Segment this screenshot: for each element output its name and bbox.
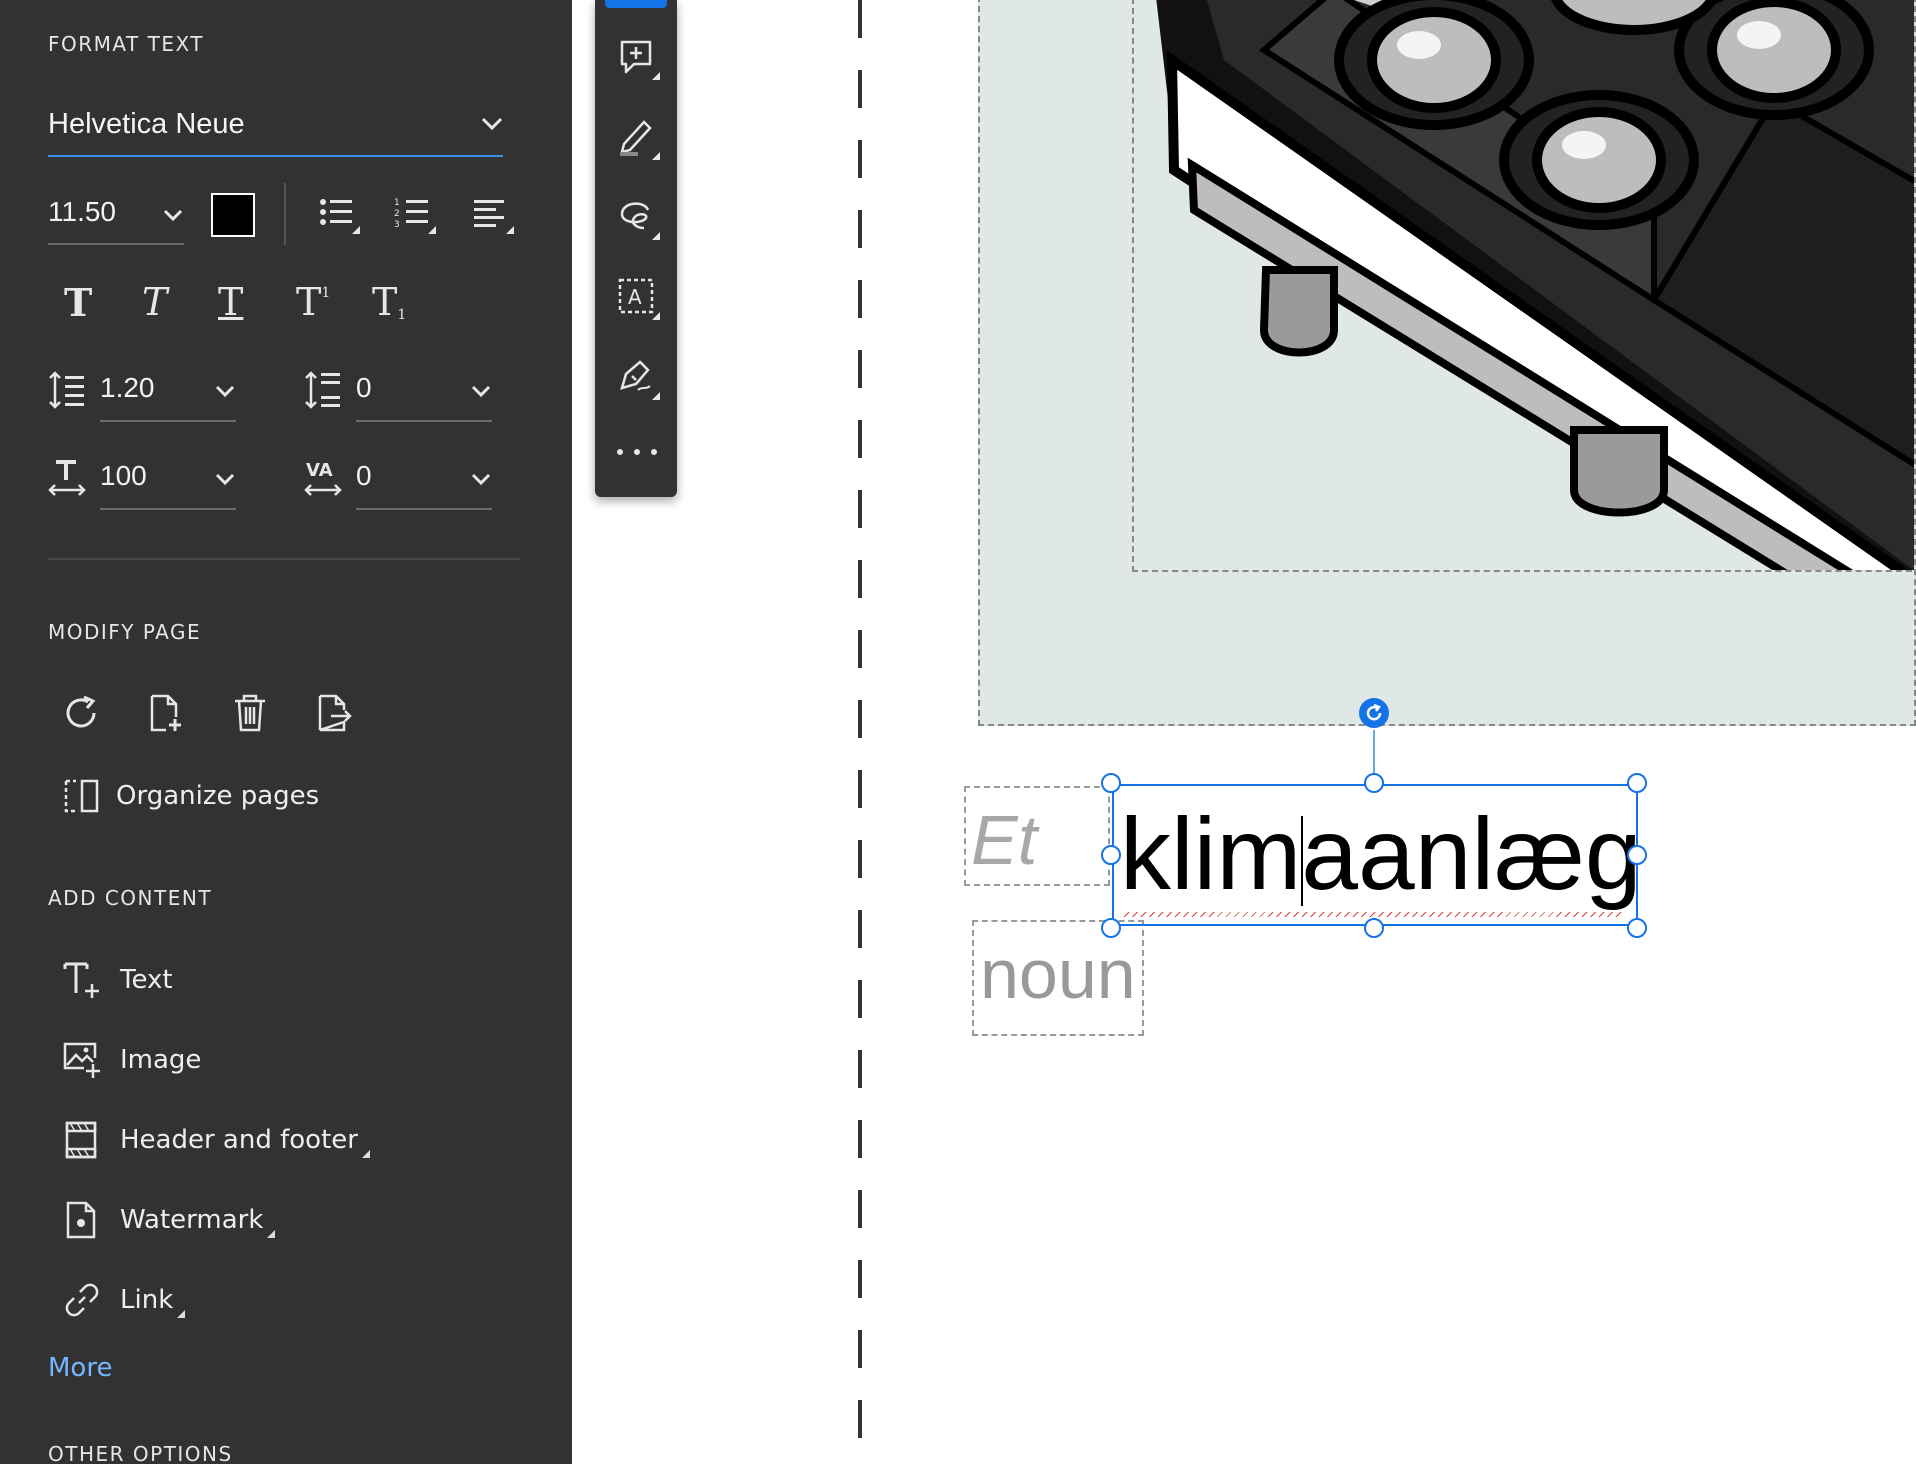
resize-handle-top-right[interactable] xyxy=(1627,773,1647,793)
font-size-dropdown[interactable]: 11.50 xyxy=(48,190,184,246)
bold-icon[interactable]: T xyxy=(64,280,92,325)
character-spacing-dropdown[interactable]: 0 xyxy=(356,452,492,510)
subscript-icon[interactable]: T1 xyxy=(372,280,406,324)
other-options-heading: OTHER OPTIONS xyxy=(48,1442,233,1466)
resize-handle-bottom[interactable] xyxy=(1364,918,1384,938)
link-button[interactable]: Link xyxy=(62,1270,186,1330)
resize-handle-bottom-left[interactable] xyxy=(1101,918,1121,938)
header-footer-icon xyxy=(65,1121,97,1159)
text-color-swatch[interactable] xyxy=(211,193,255,237)
paragraph-spacing-value: 0 xyxy=(356,372,372,403)
add-text-icon xyxy=(63,962,99,998)
character-spacing-icon: VA xyxy=(304,460,342,496)
extract-page-icon[interactable] xyxy=(314,693,354,733)
resize-handle-left[interactable] xyxy=(1101,845,1121,865)
chevron-down-icon xyxy=(215,385,235,398)
chevron-down-icon xyxy=(481,117,503,131)
organize-pages-label: Organize pages xyxy=(116,781,320,811)
font-family-value: Helvetica Neue xyxy=(48,108,245,140)
section-divider xyxy=(48,558,520,560)
horizontal-scale-value: 100 xyxy=(100,460,147,491)
add-image-button[interactable]: Image xyxy=(62,1030,201,1090)
more-tools-icon[interactable] xyxy=(617,442,657,462)
add-text-button[interactable]: Text xyxy=(62,950,173,1010)
organize-pages-icon xyxy=(64,779,99,813)
watermark-button[interactable]: Watermark xyxy=(62,1190,276,1250)
resize-handle-right[interactable] xyxy=(1627,845,1647,865)
horizontal-scale-icon xyxy=(48,460,86,496)
format-panel: FORMAT TEXT Helvetica Neue 11.50 123 T T… xyxy=(0,0,572,1466)
add-content-heading: ADD CONTENT xyxy=(48,886,213,910)
spellcheck-underline xyxy=(1124,912,1624,917)
resize-handle-top[interactable] xyxy=(1364,773,1384,793)
highlight-pen-icon[interactable] xyxy=(608,108,664,164)
article-text-box[interactable]: Et xyxy=(964,786,1110,886)
line-spacing-value: 1.20 xyxy=(100,372,155,403)
paragraph-spacing-icon xyxy=(305,371,340,409)
stove-illustration xyxy=(1156,0,1914,570)
image-frame[interactable] xyxy=(978,0,1916,726)
insert-page-icon[interactable] xyxy=(146,693,186,733)
text-box-icon[interactable]: A xyxy=(608,268,664,324)
submenu-indicator-icon xyxy=(177,1310,186,1318)
paragraph-spacing-dropdown[interactable]: 0 xyxy=(356,364,492,422)
page-margin-guide xyxy=(858,0,862,1464)
chevron-down-icon xyxy=(471,473,491,486)
chevron-down-icon xyxy=(215,473,235,486)
superscript-icon[interactable]: T1 xyxy=(296,280,330,324)
link-label: Link xyxy=(120,1285,174,1315)
resize-handle-bottom-right[interactable] xyxy=(1627,918,1647,938)
delete-page-icon[interactable] xyxy=(230,693,270,733)
italic-icon[interactable]: T xyxy=(142,280,167,324)
character-spacing-value: 0 xyxy=(356,460,372,491)
underline-icon[interactable]: T xyxy=(218,280,243,324)
align-left-icon[interactable] xyxy=(472,196,516,236)
svg-text:3: 3 xyxy=(394,220,400,230)
header-footer-label: Header and footer xyxy=(120,1125,358,1155)
active-tool-indicator xyxy=(605,0,667,8)
watermark-label: Watermark xyxy=(120,1205,264,1235)
add-comment-icon[interactable] xyxy=(608,28,664,84)
line-spacing-icon xyxy=(49,371,84,409)
freehand-draw-icon[interactable] xyxy=(608,188,664,244)
rotate-icon[interactable] xyxy=(62,693,102,733)
submenu-indicator-icon xyxy=(361,1150,370,1158)
svg-text:1: 1 xyxy=(394,198,400,208)
selected-word-text[interactable]: klimaanlæg xyxy=(1120,796,1642,913)
vertical-toolbar: A xyxy=(595,0,677,497)
text-cursor xyxy=(1301,816,1303,906)
add-image-icon xyxy=(63,1042,100,1078)
pos-text-box[interactable]: noun xyxy=(972,920,1144,1036)
sign-pen-icon[interactable] xyxy=(608,348,664,404)
link-icon xyxy=(65,1283,99,1317)
rotate-handle-icon[interactable] xyxy=(1358,697,1390,729)
more-link[interactable]: More xyxy=(48,1353,112,1383)
svg-text:2: 2 xyxy=(394,209,400,219)
add-image-label: Image xyxy=(120,1045,202,1075)
format-text-heading: FORMAT TEXT xyxy=(48,32,205,56)
pos-text[interactable]: noun xyxy=(980,934,1136,1014)
modify-page-heading: MODIFY PAGE xyxy=(48,620,202,644)
bullet-list-icon[interactable] xyxy=(318,196,362,236)
line-spacing-dropdown[interactable]: 1.20 xyxy=(100,364,236,422)
selected-text-box[interactable]: klimaanlæg xyxy=(1112,784,1642,926)
organize-pages-button[interactable]: Organize pages xyxy=(62,774,319,818)
watermark-icon xyxy=(66,1201,96,1239)
numbered-list-icon[interactable]: 123 xyxy=(394,196,438,236)
svg-text:A: A xyxy=(628,285,642,309)
header-footer-button[interactable]: Header and footer xyxy=(62,1110,370,1170)
chevron-down-icon xyxy=(163,209,183,222)
inner-image-frame[interactable] xyxy=(1132,0,1914,572)
svg-text:VA: VA xyxy=(306,460,333,481)
font-family-dropdown[interactable]: Helvetica Neue xyxy=(48,98,503,158)
resize-handle-top-left[interactable] xyxy=(1101,773,1121,793)
font-size-value: 11.50 xyxy=(48,196,116,227)
add-text-label: Text xyxy=(120,965,173,995)
horizontal-scale-dropdown[interactable]: 100 xyxy=(100,452,236,510)
article-text[interactable]: Et xyxy=(971,800,1037,880)
chevron-down-icon xyxy=(471,385,491,398)
submenu-indicator-icon xyxy=(267,1230,276,1238)
